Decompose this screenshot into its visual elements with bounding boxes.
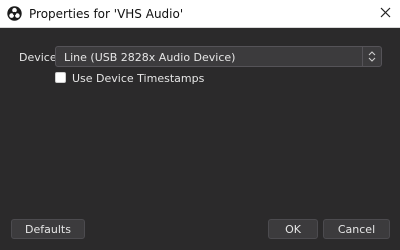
defaults-button[interactable]: Defaults [11,219,85,239]
updown-chevron-icon [362,47,381,66]
use-device-timestamps-label: Use Device Timestamps [72,72,205,85]
device-label: Device [19,51,57,64]
device-dropdown[interactable]: Line (USB 2828x Audio Device) [55,46,382,67]
window-titlebar[interactable]: Properties for 'VHS Audio' [0,0,400,28]
obs-logo-icon [7,6,22,21]
close-icon [380,7,391,21]
window-title: Properties for 'VHS Audio' [29,7,184,21]
use-device-timestamps-checkbox[interactable] [55,72,66,83]
cancel-button[interactable]: Cancel [323,219,390,239]
device-dropdown-value: Line (USB 2828x Audio Device) [64,51,236,64]
close-button[interactable] [374,3,396,25]
properties-dialog: Device Line (USB 2828x Audio Device) Use… [0,28,400,250]
ok-button[interactable]: OK [268,219,318,239]
